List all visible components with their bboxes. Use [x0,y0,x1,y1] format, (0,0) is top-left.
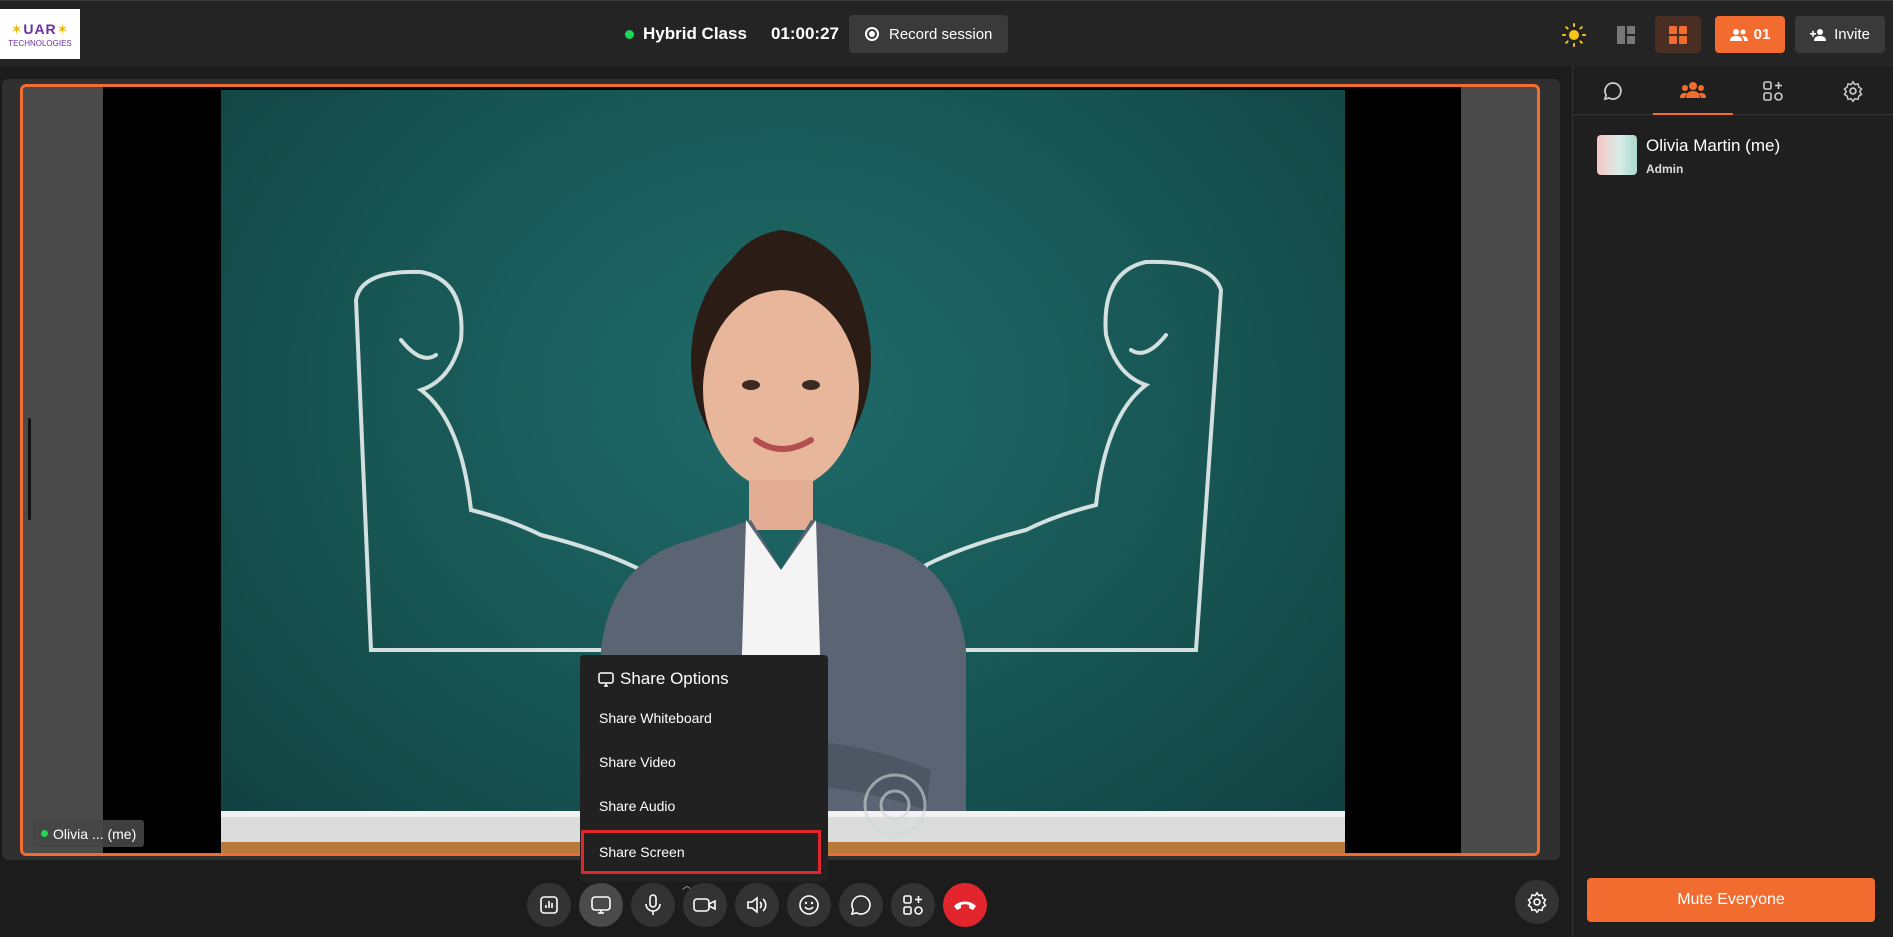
session-info: Hybrid Class 01:00:27 Record session [625,1,1009,67]
screen-icon [598,671,614,687]
online-indicator [41,830,48,837]
gear-icon [1527,891,1547,913]
mic-button[interactable] [631,883,675,927]
sidebar-layout-button[interactable] [1603,16,1649,53]
chat-icon [1603,81,1622,100]
reactions-button[interactable] [787,883,831,927]
apps-icon [1763,80,1783,101]
share-options-menu: Share Options Share Whiteboard Share Vid… [580,655,828,882]
tab-settings[interactable] [1813,66,1893,115]
layout-icon [1617,25,1635,44]
participants-icon [1680,81,1706,98]
tab-chat[interactable] [1573,66,1653,115]
participant-name: Olivia Martin (me) [1646,136,1781,155]
tab-participants[interactable] [1653,66,1733,115]
invite-button[interactable]: Invite [1795,16,1885,53]
session-timer: 01:00:27 [770,24,839,43]
top-right-controls: 01 Invite [1545,16,1885,53]
company-logo: ✶UAR✶ TECHNOLOGIES [0,9,80,59]
end-call-icon [954,901,976,910]
record-icon [865,27,879,41]
class-title: Hybrid Class [643,24,747,43]
top-bar: ✶UAR✶ TECHNOLOGIES Hybrid Class 01:00:27… [0,0,1893,66]
record-session-button[interactable]: Record session [849,15,1009,53]
resize-handle[interactable] [28,418,31,520]
sun-icon [1562,22,1586,47]
share-screen-button[interactable] [579,883,623,927]
mic-icon [645,894,661,915]
camera-icon [693,898,716,912]
avatar [1597,135,1637,175]
share-screen-icon [591,896,611,914]
people-icon [1729,28,1748,41]
theme-toggle-button[interactable] [1551,16,1597,53]
chat-button[interactable] [839,883,883,927]
participant-role: Admin [1646,162,1684,176]
meeting-toolbar [527,883,995,927]
share-video-item[interactable]: Share Video [599,754,676,770]
speaker-button[interactable] [735,883,779,927]
poll-button[interactable] [527,883,571,927]
add-user-icon [1810,28,1827,41]
apps-icon [903,895,923,915]
end-call-button[interactable] [943,883,987,927]
side-panel: Olivia Martin (me) Admin Mute Everyone [1572,66,1893,937]
tab-apps[interactable] [1733,66,1813,115]
live-indicator [625,29,634,39]
participant-name-tag: Olivia ... (me) [33,820,145,847]
camera-button[interactable] [683,883,727,927]
gear-icon [1843,80,1863,102]
share-screen-item[interactable]: Share Screen [581,830,821,874]
share-options-header: Share Options [598,669,729,689]
participants-count-button[interactable]: 01 [1715,16,1785,53]
grid-icon [1669,25,1687,44]
grid-layout-button[interactable] [1655,16,1701,53]
panel-tabs [1573,66,1893,115]
emoji-icon [799,895,819,915]
speaker-icon [747,896,767,914]
meeting-settings-button[interactable] [1515,880,1559,924]
share-whiteboard-item[interactable]: Share Whiteboard [599,710,712,726]
participant-row[interactable]: Olivia Martin (me) Admin [1597,135,1780,176]
share-audio-item[interactable]: Share Audio [599,798,675,814]
chat-icon [850,895,871,916]
mute-everyone-button[interactable]: Mute Everyone [1587,878,1875,922]
apps-button[interactable] [891,883,935,927]
poll-icon [540,896,558,914]
